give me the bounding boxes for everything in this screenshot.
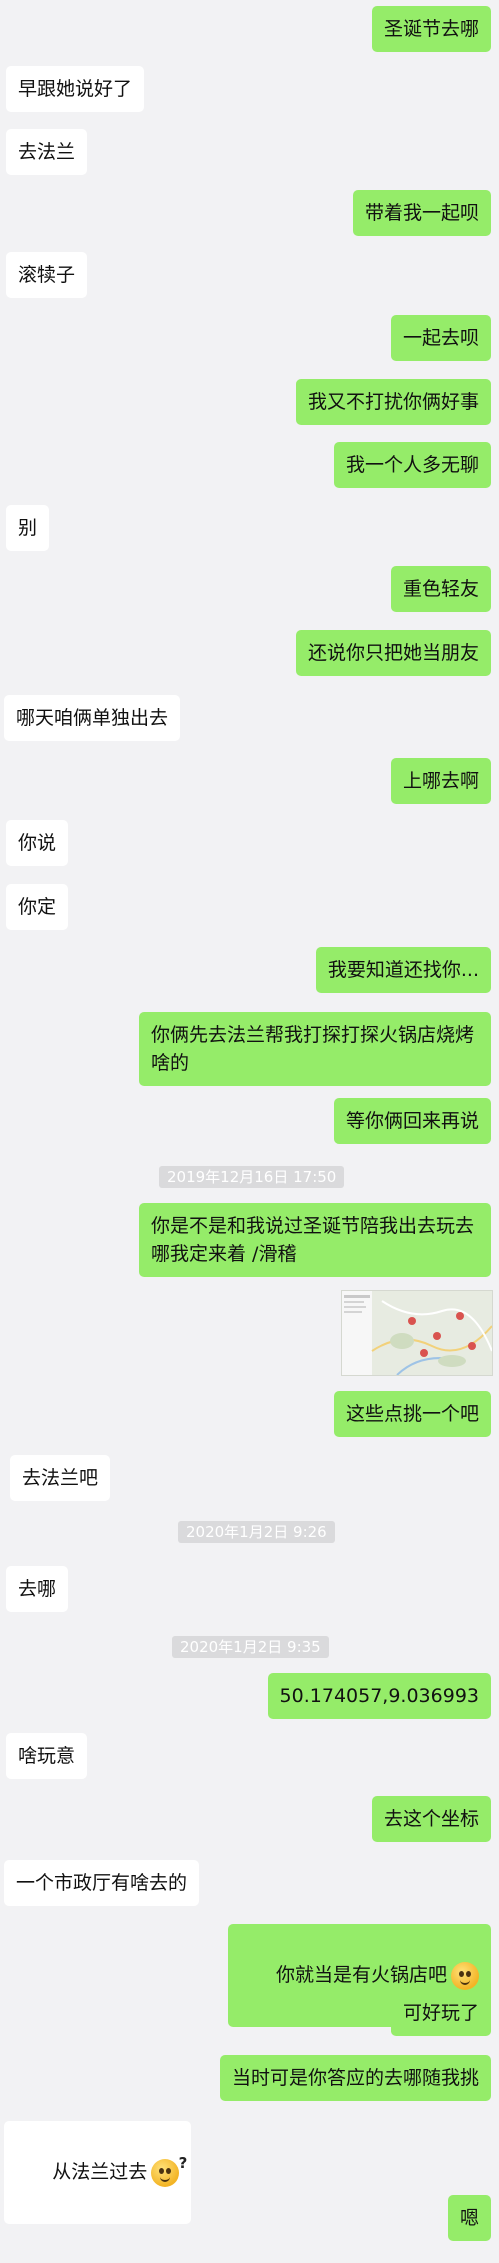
message-row: 你定 bbox=[6, 884, 69, 930]
incoming-message-bubble[interactable]: 你定 bbox=[6, 884, 69, 930]
message-row: 等你俩回来再说 bbox=[333, 1098, 491, 1144]
message-row: 啥玩意 bbox=[6, 1733, 88, 1779]
incoming-message-bubble[interactable]: 去法兰 bbox=[6, 129, 88, 175]
outgoing-message-bubble[interactable]: 等你俩回来再说 bbox=[333, 1098, 491, 1144]
outgoing-message-bubble[interactable]: 带着我一起呗 bbox=[352, 190, 491, 236]
timestamp-label: 2020年1月2日 9:26 bbox=[178, 1521, 335, 1543]
message-row: 上哪去啊 bbox=[390, 758, 491, 804]
message-row: 当时可是你答应的去哪随我挑 bbox=[219, 2055, 491, 2101]
message-row: 50.174057,9.036993 bbox=[267, 1673, 491, 1719]
message-row: 哪天咱俩单独出去 bbox=[4, 695, 181, 741]
smile-emoji-icon bbox=[451, 1961, 479, 1990]
outgoing-message-bubble[interactable]: 当时可是你答应的去哪随我挑 bbox=[219, 2055, 491, 2101]
message-text: 从法兰过去 bbox=[52, 2161, 148, 2183]
outgoing-message-bubble[interactable]: 我又不打扰你俩好事 bbox=[295, 379, 491, 425]
message-row: 还说你只把她当朋友 bbox=[295, 630, 491, 676]
message-row: 你俩先去法兰帮我打探打探火锅店烧烤啥的 bbox=[139, 1012, 491, 1086]
incoming-message-bubble[interactable]: 去法兰吧 bbox=[10, 1455, 111, 1501]
incoming-message-bubble[interactable]: 你说 bbox=[6, 820, 69, 866]
message-row: 去法兰吧 bbox=[10, 1455, 111, 1501]
message-row: 圣诞节去哪 bbox=[371, 6, 491, 52]
incoming-message-bubble[interactable]: 早跟她说好了 bbox=[6, 66, 145, 112]
message-row: 去法兰 bbox=[6, 129, 88, 175]
map-thumbnail-image bbox=[342, 1291, 492, 1375]
timestamp-label: 2020年1月2日 9:35 bbox=[172, 1636, 329, 1658]
outgoing-message-bubble[interactable]: 上哪去啊 bbox=[390, 758, 491, 804]
message-row: 可好玩了 bbox=[390, 1990, 491, 2036]
incoming-message-bubble[interactable]: 啥玩意 bbox=[6, 1733, 88, 1779]
incoming-message-bubble[interactable]: 一个市政厅有啥去的 bbox=[4, 1860, 200, 1906]
incoming-message-bubble[interactable]: 别 bbox=[6, 505, 50, 551]
outgoing-message-bubble[interactable]: 你俩先去法兰帮我打探打探火锅店烧烤啥的 bbox=[139, 1012, 491, 1086]
incoming-message-bubble[interactable]: 滚犊子 bbox=[6, 252, 88, 298]
message-row: 带着我一起呗 bbox=[352, 190, 491, 236]
incoming-message-bubble[interactable]: 哪天咱俩单独出去 bbox=[4, 695, 181, 741]
outgoing-message-bubble[interactable]: 嗯 bbox=[447, 2195, 491, 2241]
timestamp-label: 2019年12月16日 17:50 bbox=[159, 1166, 345, 1188]
message-row: 我一个人多无聊 bbox=[333, 442, 491, 488]
message-row: 你说 bbox=[6, 820, 69, 866]
message-row: 这些点挑一个吧 bbox=[333, 1391, 491, 1437]
incoming-message-bubble[interactable]: 去哪 bbox=[6, 1566, 69, 1612]
message-row: 一起去呗 bbox=[390, 315, 491, 361]
message-row: 早跟她说好了 bbox=[6, 66, 145, 112]
outgoing-message-bubble[interactable]: 一起去呗 bbox=[390, 315, 491, 361]
message-row: 去哪 bbox=[6, 1566, 69, 1612]
outgoing-message-bubble[interactable]: 我要知道还找你... bbox=[315, 947, 491, 993]
confused-emoji-icon: ? bbox=[151, 2154, 187, 2187]
incoming-message-bubble[interactable]: 从法兰过去? bbox=[4, 2121, 192, 2224]
message-row: 从法兰过去? bbox=[4, 2121, 192, 2224]
message-row: 重色轻友 bbox=[390, 566, 491, 612]
message-row: 滚犊子 bbox=[6, 252, 88, 298]
outgoing-message-bubble[interactable]: 圣诞节去哪 bbox=[371, 6, 491, 52]
outgoing-message-bubble[interactable]: 我一个人多无聊 bbox=[333, 442, 491, 488]
outgoing-message-bubble[interactable]: 这些点挑一个吧 bbox=[333, 1391, 491, 1437]
outgoing-message-bubble[interactable]: 你是不是和我说过圣诞节陪我出去玩去哪我定来着 /滑稽 bbox=[139, 1203, 491, 1277]
message-text: 你就当是有火锅店吧 bbox=[275, 1964, 447, 1986]
message-row: 别 bbox=[6, 505, 50, 551]
message-row: 我又不打扰你俩好事 bbox=[295, 379, 491, 425]
outgoing-message-bubble[interactable]: 重色轻友 bbox=[390, 566, 491, 612]
message-row: 去这个坐标 bbox=[371, 1796, 491, 1842]
message-row: 你是不是和我说过圣诞节陪我出去玩去哪我定来着 /滑稽 bbox=[139, 1203, 491, 1277]
outgoing-message-bubble[interactable]: 可好玩了 bbox=[390, 1990, 491, 2036]
outgoing-message-bubble[interactable]: 还说你只把她当朋友 bbox=[295, 630, 491, 676]
outgoing-message-bubble[interactable]: 去这个坐标 bbox=[371, 1796, 491, 1842]
chat-conversation: 圣诞节去哪 早跟她说好了 去法兰 带着我一起呗 滚犊子 一起去呗 我又不打扰你俩… bbox=[0, 0, 499, 2263]
outgoing-message-bubble[interactable]: 50.174057,9.036993 bbox=[267, 1673, 491, 1719]
message-row: 我要知道还找你... bbox=[315, 947, 491, 993]
message-row: 一个市政厅有啥去的 bbox=[4, 1860, 200, 1906]
message-row: 嗯 bbox=[447, 2195, 491, 2241]
map-image-message[interactable] bbox=[341, 1290, 493, 1376]
